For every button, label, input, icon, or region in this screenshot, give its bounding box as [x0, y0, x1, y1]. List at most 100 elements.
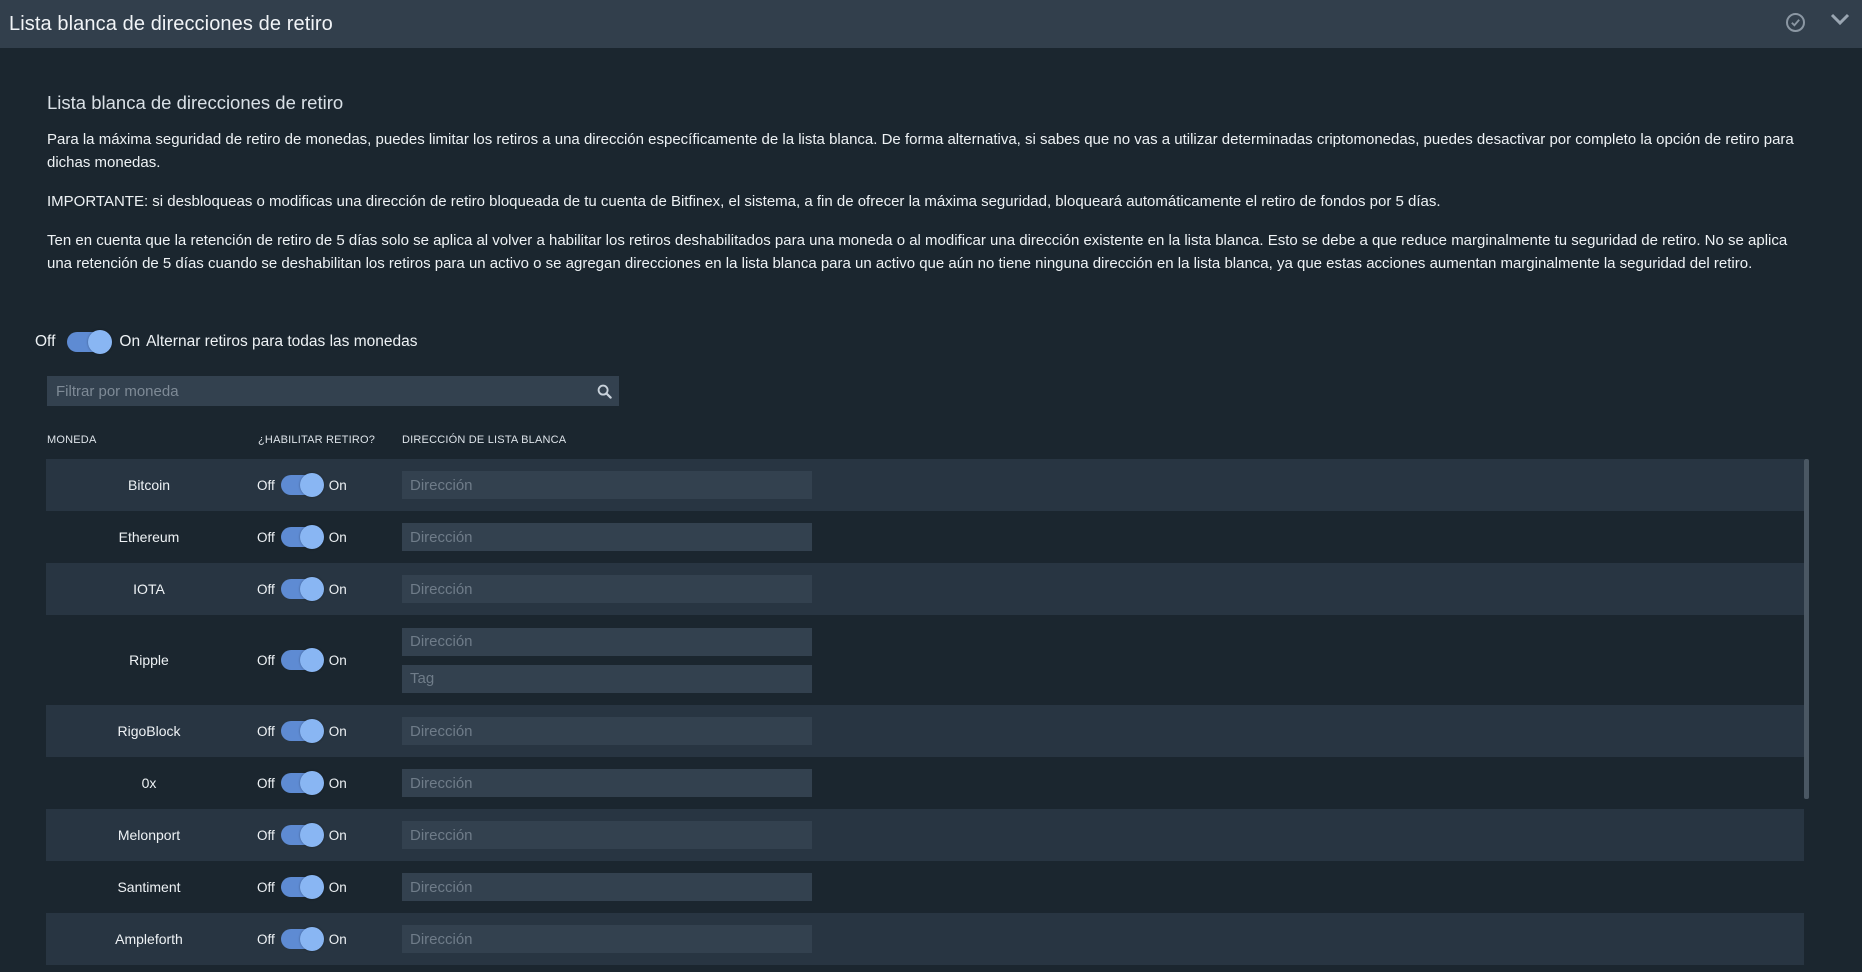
toggle-on-label: On	[328, 879, 347, 895]
enable-toggle-group: Off On	[257, 719, 347, 743]
coin-name: Ethereum	[118, 529, 180, 545]
coin-name: Melonport	[117, 827, 181, 843]
toggle-knob	[299, 927, 324, 951]
toggle-knob	[299, 473, 324, 497]
coin-table: Bitcoin Off On Ethereum Off On IOTA Off …	[46, 459, 1804, 965]
tag-input[interactable]	[402, 664, 812, 693]
chevron-down-icon[interactable]	[1830, 12, 1850, 26]
toggle-knob	[299, 771, 324, 795]
table-row: Bitcoin Off On	[46, 459, 1804, 511]
toggle-on-label: On	[328, 723, 347, 739]
toggle-off-label: Off	[257, 652, 275, 668]
address-column	[402, 459, 812, 511]
enable-toggle-group: Off On	[257, 927, 347, 951]
section-heading: Lista blanca de direcciones de retiro	[47, 92, 344, 113]
coin-name: RigoBlock	[117, 723, 181, 739]
global-toggle-on-label: On	[119, 333, 141, 350]
enable-toggle-group: Off On	[257, 823, 347, 847]
enable-withdrawal-toggle[interactable]	[280, 875, 324, 899]
table-row: Ampleforth Off On	[46, 913, 1804, 965]
address-input[interactable]	[402, 925, 812, 953]
address-input[interactable]	[402, 523, 812, 551]
enable-withdrawal-toggle[interactable]	[280, 823, 324, 847]
column-header-address: DIRECCIÓN DE LISTA BLANCA	[402, 434, 567, 446]
toggle-knob	[299, 577, 324, 601]
toggle-off-label: Off	[257, 931, 275, 947]
address-column	[402, 757, 812, 809]
enable-withdrawal-toggle[interactable]	[280, 525, 324, 549]
coin-name: Ripple	[129, 652, 169, 668]
address-column	[402, 809, 812, 861]
coin-filter-input[interactable]	[47, 376, 589, 406]
enable-withdrawal-toggle[interactable]	[280, 648, 324, 672]
toggle-off-label: Off	[257, 477, 275, 493]
enable-toggle-group: Off On	[257, 771, 347, 795]
table-row: Ethereum Off On	[46, 511, 1804, 563]
enable-withdrawal-toggle[interactable]	[280, 927, 324, 951]
address-column	[402, 913, 812, 965]
table-row: RigoBlock Off On	[46, 705, 1804, 757]
panel-header[interactable]: Lista blanca de direcciones de retiro	[0, 0, 1862, 48]
coin-name: Bitcoin	[127, 477, 171, 493]
toggle-knob	[299, 875, 324, 899]
toggle-on-label: On	[328, 827, 347, 843]
important-paragraph: IMPORTANTE: si desbloqueas o modificas u…	[47, 193, 1441, 210]
toggle-off-label: Off	[257, 827, 275, 843]
enable-withdrawal-toggle[interactable]	[280, 771, 324, 795]
global-withdrawal-toggle[interactable]	[67, 330, 113, 354]
toggle-on-label: On	[328, 529, 347, 545]
panel-title: Lista blanca de direcciones de retiro	[9, 12, 333, 35]
toggle-off-label: Off	[257, 529, 275, 545]
table-scrollbar[interactable]	[1804, 459, 1809, 799]
toggle-knob	[299, 525, 324, 549]
global-toggle-label: Alternar retiros para todas las monedas	[146, 333, 418, 350]
enable-toggle-group: Off On	[257, 577, 347, 601]
table-row: IOTA Off On	[46, 563, 1804, 615]
address-column	[402, 861, 812, 913]
enable-toggle-group: Off On	[257, 525, 347, 549]
global-withdrawal-toggle-group: Off On Alternar retiros para todas las m…	[35, 330, 417, 354]
column-header-coin: MONEDA	[47, 434, 97, 446]
address-input[interactable]	[402, 575, 812, 603]
address-input[interactable]	[402, 627, 812, 656]
global-toggle-off-label: Off	[35, 333, 56, 350]
toggle-on-label: On	[328, 581, 347, 597]
coin-name: IOTA	[133, 581, 165, 597]
toggle-knob	[299, 648, 324, 672]
address-input[interactable]	[402, 471, 812, 499]
column-header-enable: ¿HABILITAR RETIRO?	[258, 434, 376, 446]
toggle-knob	[299, 719, 324, 743]
toggle-on-label: On	[328, 477, 347, 493]
toggle-on-label: On	[328, 931, 347, 947]
toggle-off-label: Off	[257, 581, 275, 597]
enable-withdrawal-toggle[interactable]	[280, 577, 324, 601]
address-input[interactable]	[402, 717, 812, 745]
address-input[interactable]	[402, 821, 812, 849]
enable-toggle-group: Off On	[257, 648, 347, 672]
toggle-on-label: On	[328, 775, 347, 791]
table-row: Melonport Off On	[46, 809, 1804, 861]
address-input[interactable]	[402, 873, 812, 901]
table-row: Ripple Off On	[46, 615, 1804, 705]
table-row: Santiment Off On	[46, 861, 1804, 913]
address-column	[402, 615, 812, 705]
address-column	[402, 511, 812, 563]
intro-paragraph: Para la máxima seguridad de retiro de mo…	[47, 131, 1794, 171]
check-circle-icon[interactable]	[1786, 13, 1805, 32]
toggle-off-label: Off	[257, 775, 275, 791]
retention-paragraph: Ten en cuenta que la retención de retiro…	[47, 232, 1788, 272]
enable-toggle-group: Off On	[257, 875, 347, 899]
enable-withdrawal-toggle[interactable]	[280, 473, 324, 497]
address-column	[402, 563, 812, 615]
toggle-knob	[299, 823, 324, 847]
search-icon[interactable]	[589, 376, 619, 406]
enable-withdrawal-toggle[interactable]	[280, 719, 324, 743]
address-column	[402, 705, 812, 757]
coin-filter	[47, 376, 619, 406]
table-row: 0x Off On	[46, 757, 1804, 809]
toggle-knob	[88, 330, 113, 354]
coin-name: Santiment	[117, 879, 181, 895]
coin-name: 0x	[141, 775, 157, 791]
address-input[interactable]	[402, 769, 812, 797]
enable-toggle-group: Off On	[257, 473, 347, 497]
